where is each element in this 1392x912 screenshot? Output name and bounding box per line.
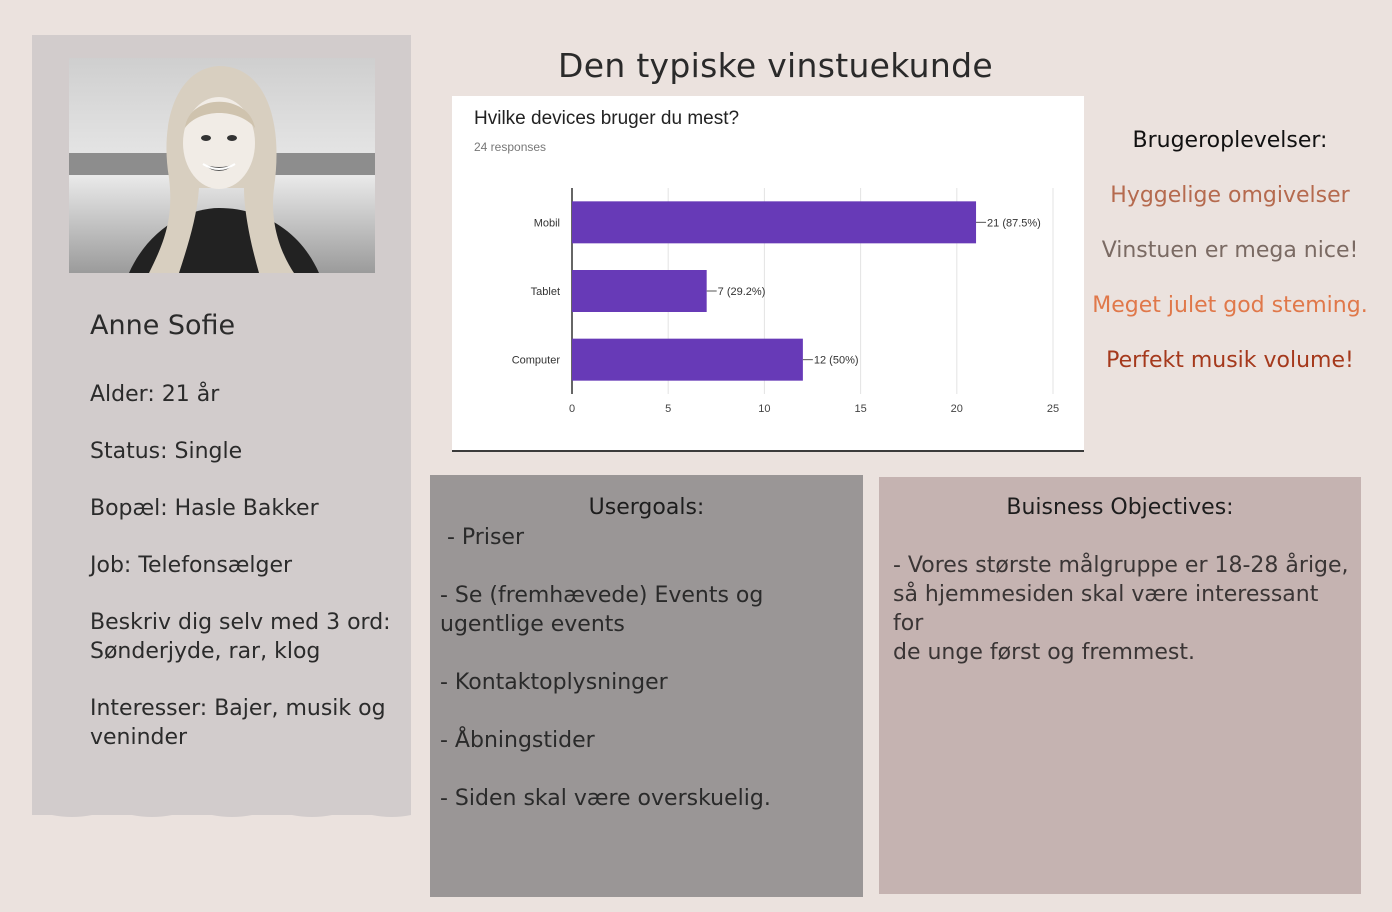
bar-tablet — [572, 270, 707, 312]
business-objectives-text: - Vores største målgruppe er 18-28 årige… — [893, 553, 1349, 665]
persona-status: Status: Single — [90, 439, 243, 464]
x-tick-label: 10 — [758, 403, 770, 415]
usergoal-item: - Kontaktoplysninger — [440, 670, 668, 695]
usergoal-item: - Se (fremhævede) Events og ugentlige ev… — [440, 583, 764, 637]
category-label: Tablet — [531, 286, 560, 298]
persona-interests: Interesser: Bajer, musik og veninder — [90, 696, 386, 750]
bar-mobil — [572, 201, 977, 244]
usergoals-list: - Priser - Se (fremhævede) Events og uge… — [440, 523, 850, 842]
user-experiences-heading: Brugeroplevelser: — [1132, 128, 1328, 153]
torn-edge — [32, 809, 411, 817]
data-label: 7 (29.2%) — [718, 286, 766, 298]
business-objectives-card: Buisness Objectives: - Vores største mål… — [879, 477, 1361, 894]
page-title: Den typiske vinstuekunde — [558, 46, 993, 85]
persona-residence: Bopæl: Hasle Bakker — [90, 496, 319, 521]
persona-card: Anne Sofie Alder: 21 år Status: Single B… — [32, 35, 411, 817]
category-label: Mobil — [534, 217, 560, 229]
portrait-image — [69, 58, 375, 273]
usergoal-item: - Priser — [440, 525, 525, 550]
user-experience-item: Perfekt musik volume! — [1106, 348, 1354, 373]
survey-chart-card: Hvilke devices bruger du mest? 24 respon… — [452, 96, 1084, 452]
user-experience-item: Meget julet god steming. — [1092, 293, 1368, 318]
x-tick-label: 15 — [854, 403, 866, 415]
x-tick-label: 25 — [1047, 403, 1059, 415]
x-tick-label: 5 — [665, 403, 671, 415]
user-experiences: Brugeroplevelser: Hyggelige omgivelser V… — [1090, 128, 1370, 403]
category-label: Computer — [512, 355, 561, 367]
usergoals-card: Usergoals: - Priser - Se (fremhævede) Ev… — [430, 475, 863, 897]
persona-name: Anne Sofie — [90, 310, 236, 341]
data-label: 12 (50%) — [814, 355, 859, 367]
persona-photo — [69, 58, 375, 273]
x-tick-label: 20 — [951, 403, 963, 415]
persona-age: Alder: 21 år — [90, 382, 220, 407]
bar-computer — [572, 338, 803, 381]
usergoal-item: - Åbningstider — [440, 728, 595, 753]
user-experience-item: Vinstuen er mega nice! — [1101, 238, 1359, 263]
user-experience-item: Hyggelige omgivelser — [1110, 183, 1350, 208]
persona-description: Beskriv dig selv med 3 ord: Sønderjyde, … — [90, 610, 391, 664]
persona-job: Job: Telefonsælger — [90, 553, 293, 578]
persona-details: Alder: 21 år Status: Single Bopæl: Hasle… — [90, 380, 400, 780]
usergoals-heading: Usergoals: — [588, 495, 705, 520]
business-objectives-heading: Buisness Objectives: — [1006, 495, 1234, 520]
x-tick-label: 0 — [569, 403, 575, 415]
data-label: 21 (87.5%) — [987, 217, 1041, 229]
bar-chart: 0 5 10 15 20 25 Mobil 21 (87.5%) Tablet 7 (29.2%)… — [512, 188, 1059, 415]
usergoal-item: - Siden skal være overskuelig. — [440, 786, 771, 811]
